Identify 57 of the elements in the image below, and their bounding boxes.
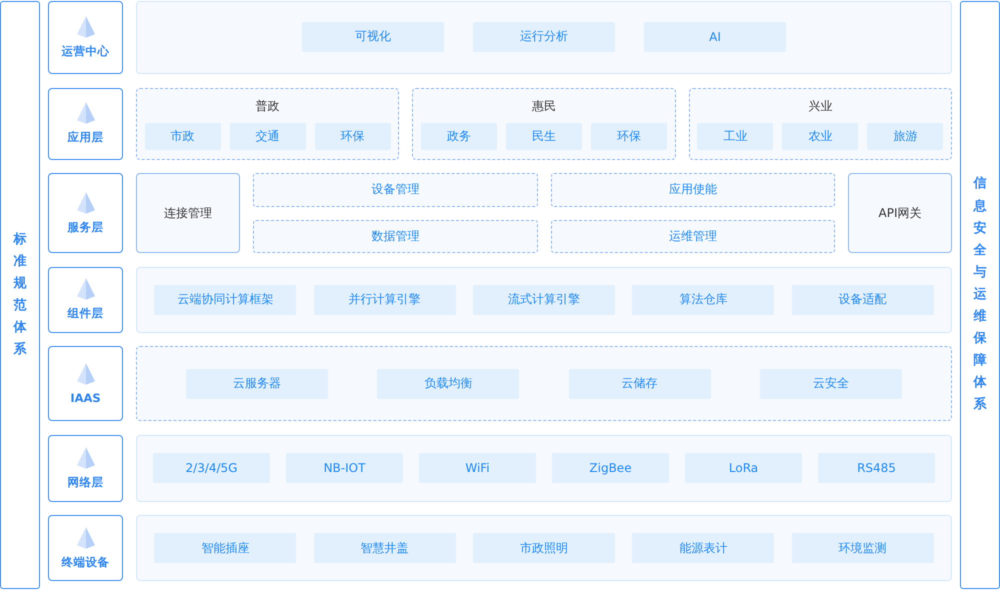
pyramid-icon: [76, 192, 94, 214]
module-chip: 工业: [697, 122, 774, 150]
service-cell: 数据管理: [253, 220, 538, 253]
module-chip: 负载均衡: [377, 368, 520, 398]
module-chip: 并行计算引擎: [314, 284, 456, 314]
module-chip: 云服务器: [186, 368, 328, 398]
layer-label: 终端设备: [62, 554, 110, 570]
module-chip: 农业: [782, 122, 858, 150]
service-cell: 应用使能: [550, 173, 835, 206]
module-chip: 市政: [144, 122, 221, 150]
module-chip: 环保: [314, 122, 391, 150]
layer-label: 运营中心: [62, 44, 110, 59]
layer-label: IAAS: [70, 390, 101, 404]
module-chip: 旅游: [867, 122, 944, 150]
module-chip: 智慧井盖: [314, 533, 456, 563]
pyramid-icon: [76, 102, 94, 124]
pyramid-icon: [76, 526, 94, 548]
pyramid-icon: [76, 446, 94, 468]
service-box: 连接管理: [136, 173, 240, 253]
module-chip: 交通: [230, 122, 306, 150]
module-chip: 设备适配: [792, 284, 934, 314]
module-chip: RS485: [818, 453, 935, 483]
service-cell: 设备管理: [253, 173, 538, 206]
layer-label: 服务层: [68, 220, 104, 234]
module-chip: 智能插座: [154, 533, 296, 563]
module-chip: 算法仓库: [632, 284, 774, 314]
module-chip: AI: [644, 22, 786, 52]
group-title: 兴业: [808, 98, 832, 114]
module-chip: 流式计算引擎: [472, 284, 615, 314]
module-chip: 运行分析: [473, 22, 615, 52]
module-chip: 市政照明: [472, 533, 615, 563]
module-chip: ZigBee: [552, 453, 669, 483]
layer-label: 组件层: [68, 306, 104, 321]
module-chip: 环保: [590, 122, 667, 150]
group-title: 惠民: [532, 98, 556, 114]
layer-label: 网络层: [68, 474, 104, 490]
side-label: 标准规范体系: [14, 230, 26, 360]
module-chip: NB-IOT: [286, 453, 403, 483]
module-chip: 政务: [420, 122, 497, 150]
side-label: 信息安全与运维保障体系: [974, 175, 986, 414]
pyramid-icon: [76, 278, 94, 300]
module-chip: 民生: [506, 122, 582, 150]
pyramid-icon: [76, 16, 94, 38]
group-title: 普政: [256, 98, 280, 114]
module-chip: 云安全: [760, 368, 902, 398]
module-chip: 云端协同计算框架: [154, 284, 296, 314]
layer-label: 应用层: [68, 130, 104, 145]
pyramid-icon: [76, 362, 94, 384]
module-chip: LoRa: [685, 453, 802, 483]
module-chip: 云储存: [568, 368, 711, 398]
module-chip: 能源表计: [632, 533, 774, 563]
module-chip: 环境监测: [792, 533, 934, 563]
module-chip: WiFi: [419, 453, 536, 483]
module-chip: 2/3/4/5G: [153, 453, 270, 483]
service-box: API网关: [848, 173, 952, 253]
module-chip: 可视化: [302, 22, 444, 52]
service-cell: 运维管理: [550, 220, 835, 253]
